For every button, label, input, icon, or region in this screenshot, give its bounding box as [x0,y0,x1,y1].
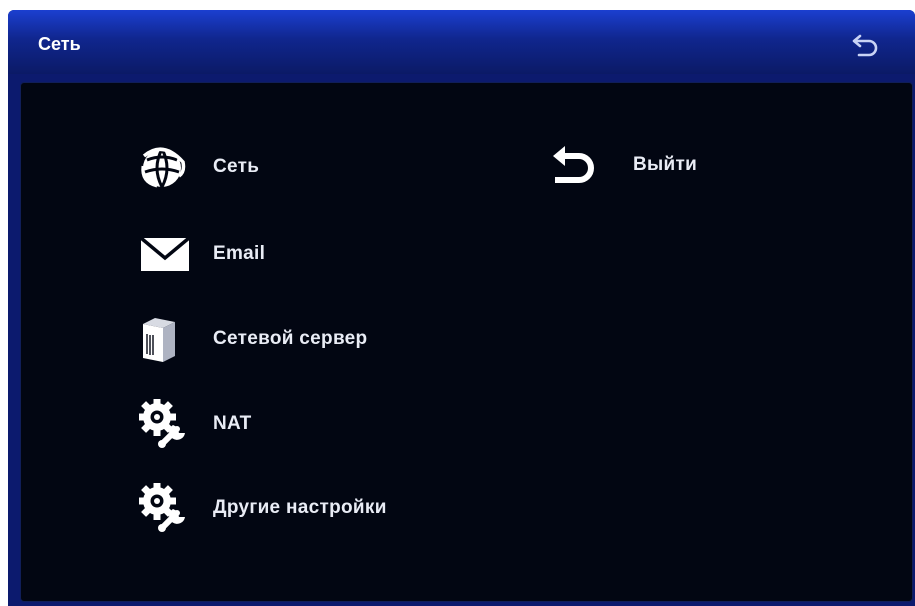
menu-item-label: Другие настройки [213,497,387,518]
title-bar: Сеть [8,10,915,74]
gear-wrench-icon [139,398,195,450]
menu-item-email[interactable]: Email [139,228,265,280]
menu-item-label: Email [213,243,266,264]
server-icon [139,313,195,365]
menu-item-label: Сеть [213,156,260,177]
back-arrow-icon [852,34,878,57]
back-button[interactable] [851,32,881,58]
menu-item-label: Сетевой сервер [213,328,368,349]
menu-item-exit[interactable]: Выйти [549,139,697,191]
network-window: Сеть Сеть Email Сетевой сервер NAT Други… [8,10,915,606]
page-title: Сеть [38,34,81,54]
menu-panel: Сеть Email Сетевой сервер NAT Другие нас… [20,82,913,602]
menu-item-nat[interactable]: NAT [139,398,252,450]
menu-item-label: NAT [213,413,252,434]
envelope-icon [139,228,195,280]
menu-item-label: Выйти [633,154,698,175]
back-arrow-icon [549,139,605,191]
menu-item-network-server[interactable]: Сетевой сервер [139,313,367,365]
menu-item-other-settings[interactable]: Другие настройки [139,482,387,534]
globe-icon [139,141,195,193]
menu-item-network[interactable]: Сеть [139,141,259,193]
gear-wrench-icon [139,482,195,534]
